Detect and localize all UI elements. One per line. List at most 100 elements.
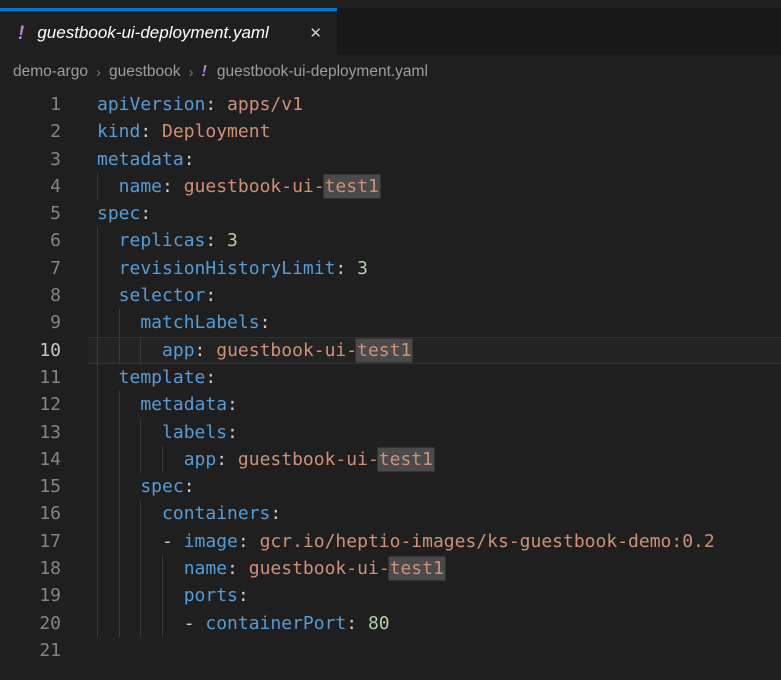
token-key: image [184, 531, 238, 552]
code-line-content[interactable]: name: guestbook-ui-test1 [88, 555, 781, 582]
line-number[interactable]: 6 [0, 227, 61, 254]
token-number: 80 [357, 613, 390, 634]
code-line-content[interactable]: - containerPort: 80 [88, 610, 781, 637]
code-line-content[interactable]: metadata: [88, 146, 781, 173]
code-line[interactable]: 8 selector: [0, 282, 781, 309]
line-number[interactable]: 13 [0, 419, 61, 446]
token-key: matchLabels [97, 312, 260, 333]
code-line-current[interactable]: 10 app: guestbook-ui-test1 [0, 337, 781, 364]
word-highlight: test1 [325, 176, 379, 197]
code-line[interactable]: 13 labels: [0, 419, 781, 446]
code-line-content[interactable]: apiVersion: apps/v1 [88, 91, 781, 118]
line-number[interactable]: 10 [0, 337, 61, 364]
code-line[interactable]: 21 [0, 637, 781, 664]
code-line-content[interactable]: labels: [88, 419, 781, 446]
code-line-content[interactable]: ports: [88, 582, 781, 609]
token-key: name [97, 558, 227, 579]
token-punct: : [227, 558, 238, 579]
code-line-content[interactable]: replicas: 3 [88, 227, 781, 254]
token-punct: - [97, 613, 205, 634]
code-line[interactable]: 12 metadata: [0, 391, 781, 418]
line-number[interactable]: 7 [0, 255, 61, 282]
code-line[interactable]: 11 template: [0, 364, 781, 391]
code-line-content[interactable]: - image: gcr.io/heptio-images/ks-guestbo… [88, 528, 781, 555]
code-line-content[interactable]: name: guestbook-ui-test1 [88, 173, 781, 200]
line-number[interactable]: 12 [0, 391, 61, 418]
line-number[interactable]: 3 [0, 146, 61, 173]
code-line-content[interactable]: containers: [88, 500, 781, 527]
token-punct: : [184, 149, 195, 170]
breadcrumb-item-file[interactable]: guestbook-ui-deployment.yaml [217, 63, 428, 81]
token-value: guestbook-ui- [205, 340, 357, 361]
code-line-content[interactable]: spec: [88, 473, 781, 500]
token-value: apps/v1 [216, 94, 303, 115]
titlebar-strip [0, 0, 781, 8]
code-line[interactable]: 16 containers: [0, 500, 781, 527]
tab-guestbook-ui-deployment[interactable]: ! guestbook-ui-deployment.yaml ✕ [0, 8, 337, 55]
code-line-content[interactable] [88, 637, 781, 664]
code-line-content[interactable]: app: guestbook-ui-test1 [88, 446, 781, 473]
breadcrumb-item-folder[interactable]: demo-argo [13, 63, 88, 81]
line-number[interactable]: 20 [0, 610, 61, 637]
token-key: containers [97, 503, 270, 524]
code-line[interactable]: 2 kind: Deployment [0, 118, 781, 145]
code-line-content[interactable]: selector: [88, 282, 781, 309]
code-line[interactable]: 5 spec: [0, 200, 781, 227]
line-number[interactable]: 17 [0, 528, 61, 555]
token-number: 3 [346, 258, 368, 279]
line-number[interactable]: 2 [0, 118, 61, 145]
line-number[interactable]: 21 [0, 637, 61, 664]
code-line[interactable]: 4 name: guestbook-ui-test1 [0, 173, 781, 200]
code-line[interactable]: 9 matchLabels: [0, 309, 781, 336]
token-value: Deployment [151, 121, 270, 142]
token-punct: : [238, 585, 249, 606]
line-number[interactable]: 14 [0, 446, 61, 473]
code-line-content[interactable]: kind: Deployment [88, 118, 781, 145]
code-line[interactable]: 15 spec: [0, 473, 781, 500]
line-number[interactable]: 1 [0, 91, 61, 118]
code-line[interactable]: 18 name: guestbook-ui-test1 [0, 555, 781, 582]
warning-icon: ! [18, 24, 24, 43]
token-punct: : [205, 285, 216, 306]
token-punct: - [97, 531, 184, 552]
token-value: guestbook-ui- [227, 449, 379, 470]
token-key: template [97, 367, 205, 388]
code-line[interactable]: 17 - image: gcr.io/heptio-images/ks-gues… [0, 528, 781, 555]
line-number[interactable]: 8 [0, 282, 61, 309]
line-number[interactable]: 11 [0, 364, 61, 391]
code-line[interactable]: 14 app: guestbook-ui-test1 [0, 446, 781, 473]
code-line[interactable]: 19 ports: [0, 582, 781, 609]
tab-bar: ! guestbook-ui-deployment.yaml ✕ [0, 8, 781, 55]
line-number[interactable]: 19 [0, 582, 61, 609]
code-line-content[interactable]: metadata: [88, 391, 781, 418]
code-line[interactable]: 6 replicas: 3 [0, 227, 781, 254]
close-icon[interactable]: ✕ [306, 23, 325, 44]
token-key: revisionHistoryLimit [97, 258, 335, 279]
code-editor[interactable]: 1 apiVersion: apps/v1 2 kind: Deployment 3 me… [0, 89, 781, 664]
word-highlight: test1 [357, 340, 411, 361]
code-line[interactable]: 7 revisionHistoryLimit: 3 [0, 255, 781, 282]
code-line[interactable]: 20 - containerPort: 80 [0, 610, 781, 637]
line-number[interactable]: 5 [0, 200, 61, 227]
code-line-content[interactable]: spec: [88, 200, 781, 227]
token-punct: : [140, 203, 151, 224]
token-punct: : [162, 176, 173, 197]
token-key: containerPort [205, 613, 346, 634]
token-key: labels [97, 422, 227, 443]
code-line-content[interactable]: revisionHistoryLimit: 3 [88, 255, 781, 282]
token-punct: : [227, 422, 238, 443]
code-line[interactable]: 1 apiVersion: apps/v1 [0, 91, 781, 118]
token-key: name [97, 176, 162, 197]
line-number[interactable]: 18 [0, 555, 61, 582]
line-number[interactable]: 9 [0, 309, 61, 336]
code-line[interactable]: 3 metadata: [0, 146, 781, 173]
breadcrumb-item-subfolder[interactable]: guestbook [109, 63, 181, 81]
line-number[interactable]: 15 [0, 473, 61, 500]
code-line-content[interactable]: template: [88, 364, 781, 391]
token-key: app [97, 449, 216, 470]
warning-icon: ! [202, 63, 207, 81]
line-number[interactable]: 4 [0, 173, 61, 200]
code-line-content[interactable]: matchLabels: [88, 309, 781, 336]
code-line-content[interactable]: app: guestbook-ui-test1 [88, 337, 781, 364]
line-number[interactable]: 16 [0, 500, 61, 527]
